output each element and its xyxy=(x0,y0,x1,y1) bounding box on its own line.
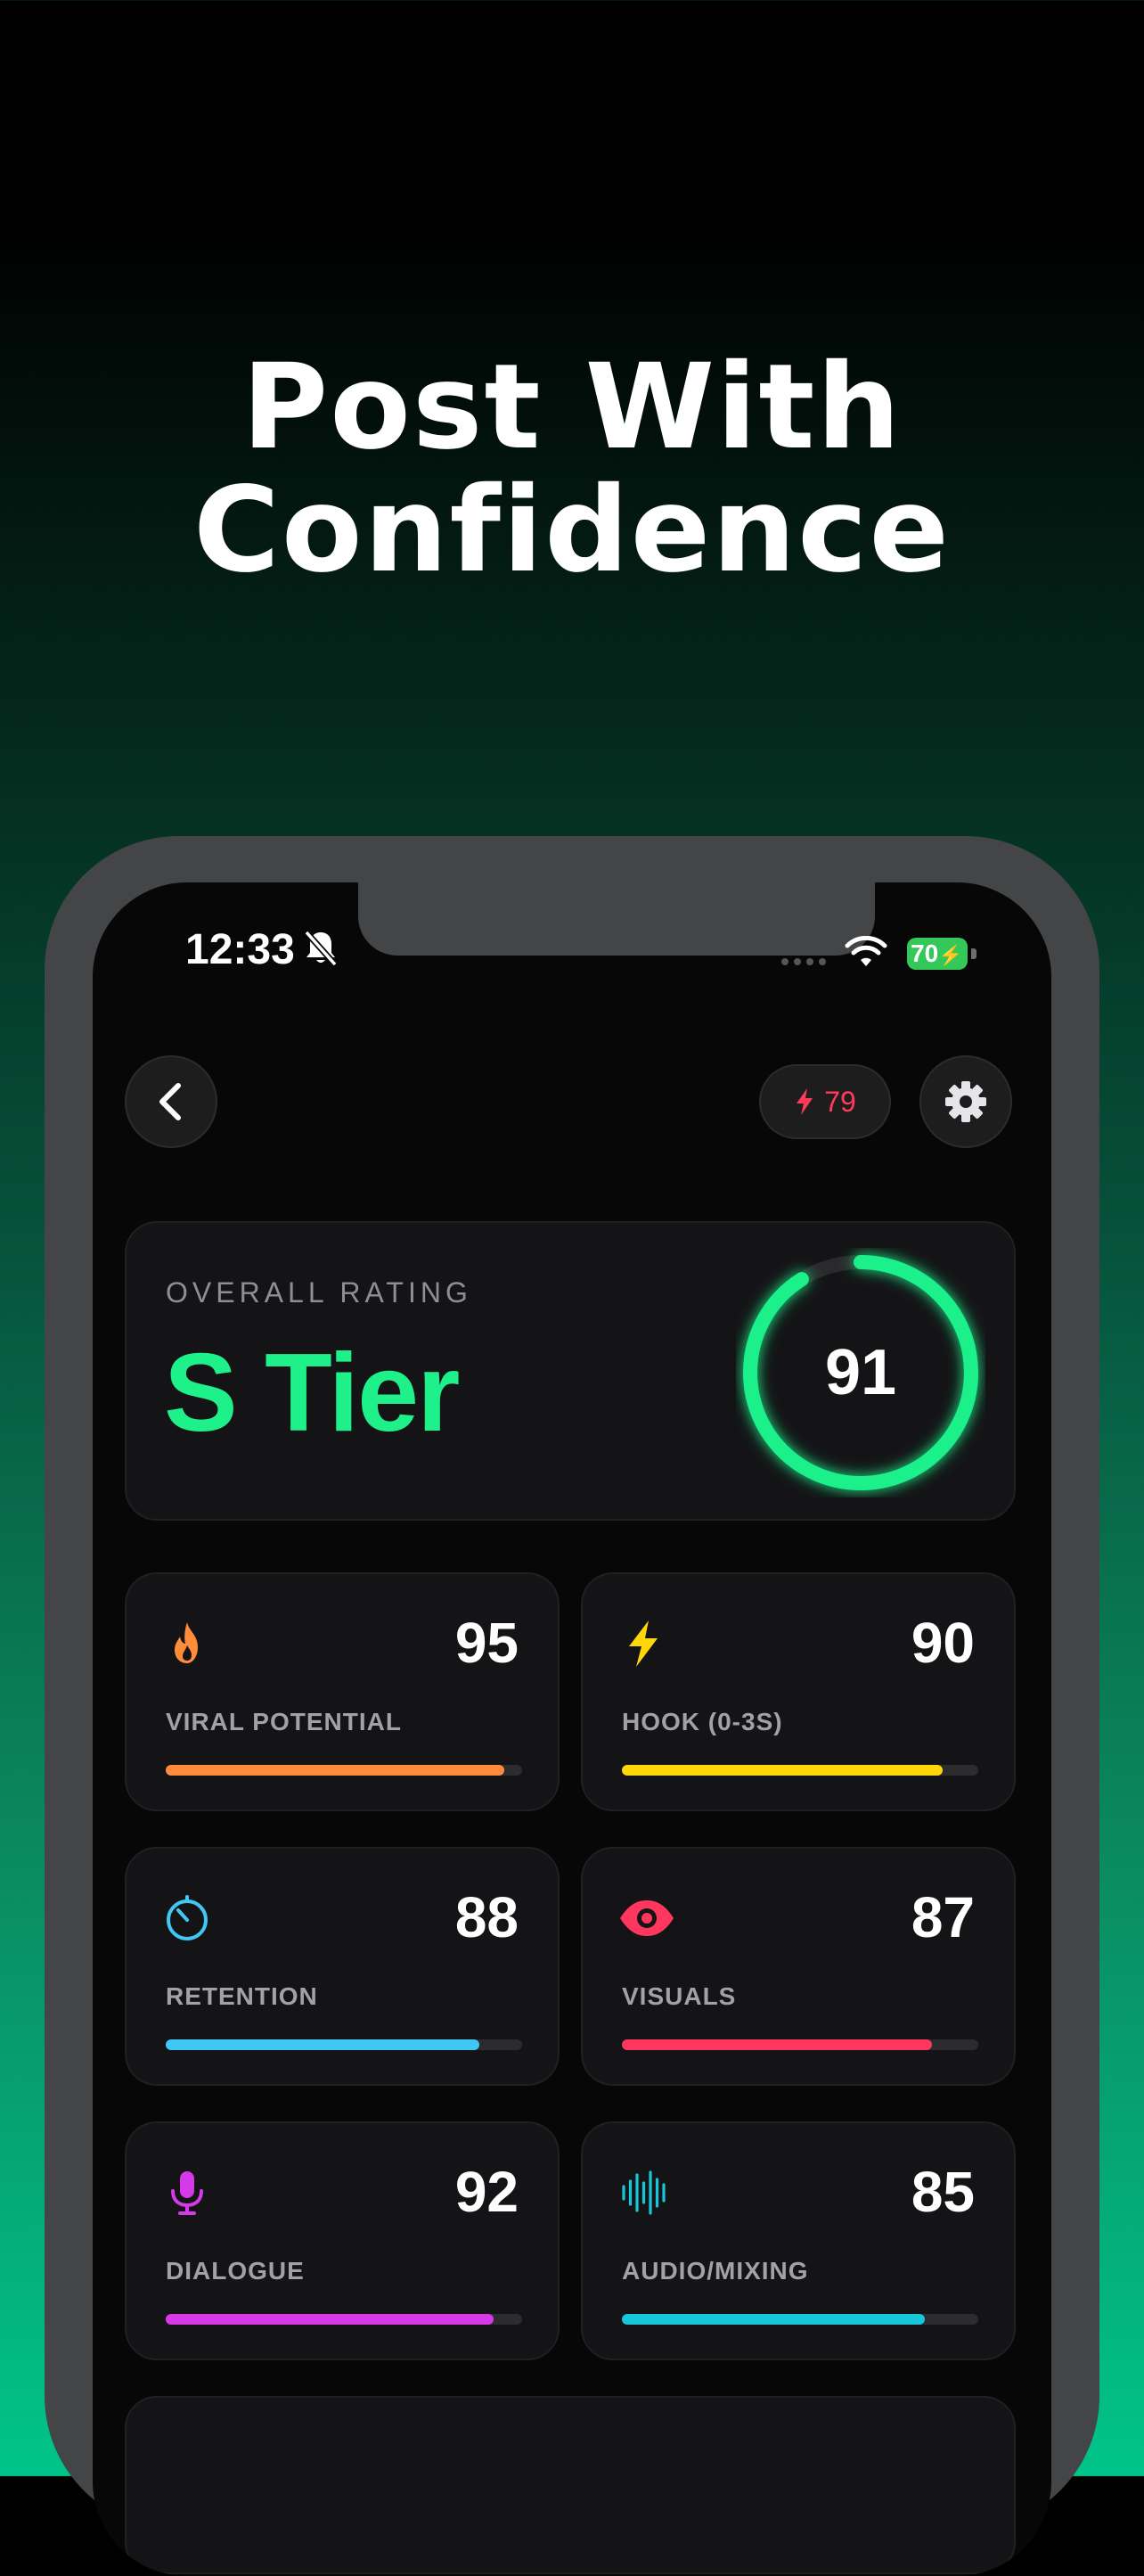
metric-progress-track xyxy=(622,1765,978,1776)
metric-progress-track xyxy=(622,2314,978,2325)
metric-value: 85 xyxy=(911,2160,975,2224)
metric-value: 90 xyxy=(911,1611,975,1675)
metric-label: VISUALS xyxy=(622,1982,737,2010)
metric-card-visuals[interactable]: 87 VISUALS xyxy=(581,1847,1016,2086)
headline-line-2: Confidence xyxy=(193,462,951,599)
overall-score: 91 xyxy=(824,1337,897,1408)
next-section-card xyxy=(125,2396,1016,2574)
timer-icon xyxy=(162,1893,212,1943)
bolt-icon xyxy=(618,1619,668,1669)
eye-icon xyxy=(618,1893,674,1943)
metric-card-retention[interactable]: 88 RETENTION xyxy=(125,1847,560,2086)
metric-progress-track xyxy=(166,1765,522,1776)
credits-badge[interactable]: 79 xyxy=(759,1064,891,1139)
metric-card-audio-mixing[interactable]: 85 AUDIO/MIXING xyxy=(581,2121,1016,2360)
bolt-icon xyxy=(797,1088,813,1115)
settings-button[interactable] xyxy=(919,1055,1012,1148)
metric-card-hook-0-3s[interactable]: 90 HOOK (0-3S) xyxy=(581,1572,1016,1811)
metric-progress-fill xyxy=(622,1765,943,1776)
gear-icon xyxy=(945,1081,986,1122)
metric-progress-fill xyxy=(166,2039,479,2050)
metric-progress-fill xyxy=(166,1765,504,1776)
chevron-left-icon xyxy=(159,1083,181,1120)
headline: Post With Confidence xyxy=(0,346,1144,592)
credits-count: 79 xyxy=(824,1085,856,1118)
metric-progress-fill xyxy=(166,2314,494,2325)
phone-screen: 12:33 70⚡ 79 OVERALL RATING S Tier 91 95… xyxy=(93,882,1051,2576)
metric-card-viral-potential[interactable]: 95 VIRAL POTENTIAL xyxy=(125,1572,560,1811)
overall-tier: S Tier xyxy=(164,1332,460,1455)
metric-progress-fill xyxy=(622,2314,925,2325)
status-time: 12:33 xyxy=(185,926,295,973)
metric-value: 92 xyxy=(454,2160,519,2224)
flame-icon xyxy=(162,1619,212,1669)
battery-icon: 70⚡ xyxy=(907,938,968,970)
metric-progress-track xyxy=(166,2039,522,2050)
metric-value: 88 xyxy=(454,1885,519,1949)
metric-label: AUDIO/MIXING xyxy=(622,2257,809,2285)
overall-rating-card: OVERALL RATING S Tier 91 xyxy=(125,1221,1016,1521)
mic-icon xyxy=(162,2168,212,2218)
metric-value: 95 xyxy=(454,1611,519,1675)
metric-label: VIRAL POTENTIAL xyxy=(166,1708,402,1735)
battery-cap xyxy=(971,948,976,959)
overall-rating-label: OVERALL RATING xyxy=(166,1276,472,1309)
metric-progress-track xyxy=(622,2039,978,2050)
battery-level: 70 xyxy=(911,939,939,967)
signal-dots-icon xyxy=(781,958,826,965)
metric-value: 87 xyxy=(911,1885,975,1949)
notch xyxy=(358,882,875,956)
metric-label: DIALOGUE xyxy=(166,2257,305,2285)
metric-card-dialogue[interactable]: 92 DIALOGUE xyxy=(125,2121,560,2360)
metric-label: HOOK (0-3S) xyxy=(622,1708,783,1735)
metric-progress-track xyxy=(166,2314,522,2325)
metric-label: RETENTION xyxy=(166,1982,318,2010)
waveform-icon xyxy=(618,2168,668,2218)
headline-line-1: Post With xyxy=(241,339,903,476)
phone-frame: 12:33 70⚡ 79 OVERALL RATING S Tier 91 95… xyxy=(45,836,1099,2576)
bell-muted-icon xyxy=(304,930,338,967)
metric-progress-fill xyxy=(622,2039,932,2050)
wifi-icon xyxy=(845,936,887,966)
back-button[interactable] xyxy=(125,1055,217,1148)
